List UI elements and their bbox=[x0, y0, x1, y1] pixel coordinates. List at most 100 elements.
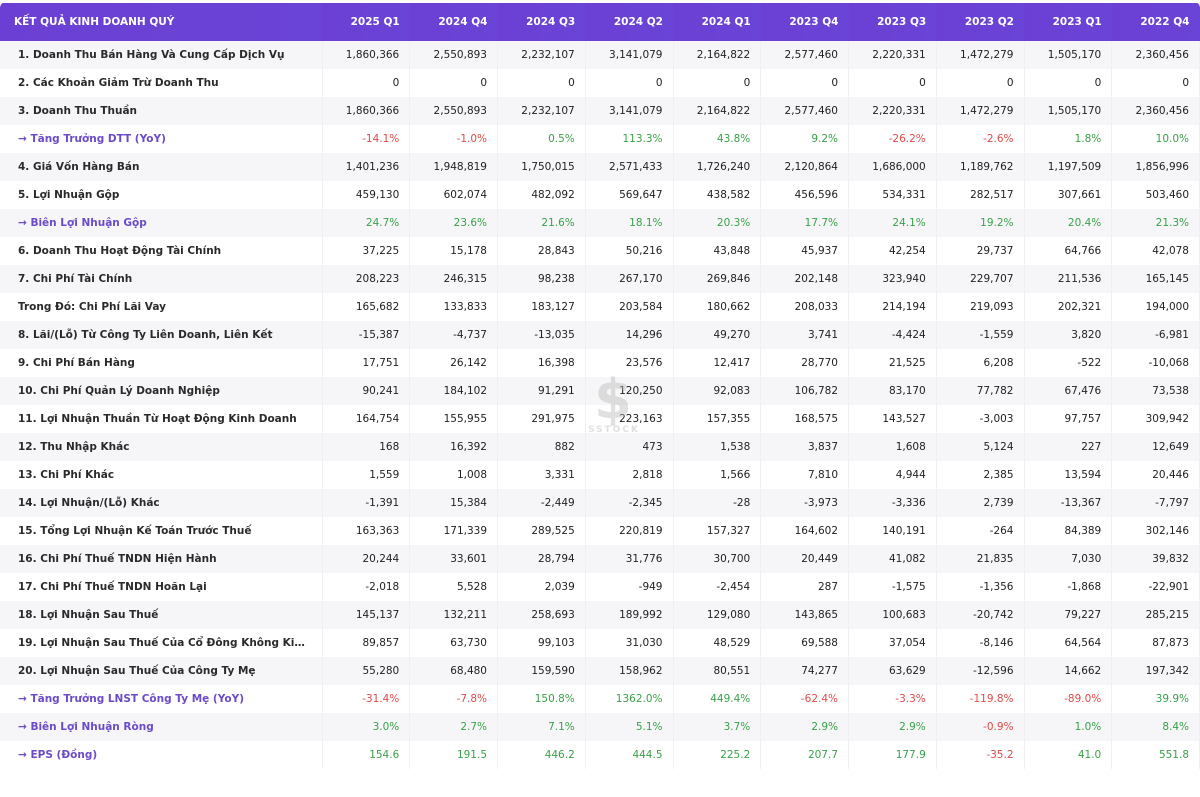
cell-value: 503,460 bbox=[1111, 181, 1200, 209]
cell-value: 197,342 bbox=[1111, 657, 1200, 685]
cell-value: 45,937 bbox=[760, 237, 849, 265]
table-row: 18. Lợi Nhuận Sau Thuế 145,137 132,211 258,… bbox=[0, 601, 1200, 629]
row-label: → EPS (Đồng) bbox=[0, 741, 323, 769]
cell-value: 21.3% bbox=[1111, 209, 1200, 237]
cell-value: 2,232,107 bbox=[497, 97, 586, 125]
cell-value: 41,082 bbox=[848, 545, 937, 573]
cell-value: 23.6% bbox=[409, 209, 498, 237]
row-label: 10. Chi Phí Quản Lý Doanh Nghiệp bbox=[0, 377, 323, 405]
cell-value: 2,164,822 bbox=[673, 97, 762, 125]
column-header-period[interactable]: 2022 Q4 bbox=[1111, 1, 1200, 41]
cell-value: 43.8% bbox=[673, 125, 762, 153]
cell-value: 3.7% bbox=[673, 713, 762, 741]
cell-value: 87,873 bbox=[1111, 629, 1200, 657]
cell-value: -13,035 bbox=[497, 321, 586, 349]
table-title: KẾT QUẢ KINH DOANH QUÝ bbox=[0, 1, 322, 41]
cell-value: 157,355 bbox=[673, 405, 762, 433]
cell-value: 0 bbox=[409, 69, 498, 97]
cell-value: 3,141,079 bbox=[585, 41, 674, 69]
cell-value: 20,244 bbox=[322, 545, 411, 573]
table-row: 10. Chi Phí Quản Lý Doanh Nghiệp 90,241 18… bbox=[0, 377, 1200, 405]
cell-value: 2.7% bbox=[409, 713, 498, 741]
cell-value: 42,254 bbox=[848, 237, 937, 265]
cell-value: -2.6% bbox=[936, 125, 1025, 153]
cell-value: -0.9% bbox=[936, 713, 1025, 741]
cell-value: 20,446 bbox=[1111, 461, 1200, 489]
cell-value: 219,093 bbox=[936, 293, 1025, 321]
cell-value: 285,215 bbox=[1111, 601, 1200, 629]
cell-value: 1,505,170 bbox=[1024, 41, 1113, 69]
cell-value: 37,225 bbox=[322, 237, 411, 265]
cell-value: 0 bbox=[1024, 69, 1113, 97]
cell-value: 208,223 bbox=[322, 265, 411, 293]
table-row: 2. Các Khoản Giảm Trừ Doanh Thu 0 0 0 0 0 0 0 0 0… bbox=[0, 69, 1200, 97]
cell-value: 882 bbox=[497, 433, 586, 461]
cell-value: 0 bbox=[936, 69, 1025, 97]
column-header-period[interactable]: 2023 Q2 bbox=[936, 1, 1024, 41]
column-header-period[interactable]: 2024 Q3 bbox=[497, 1, 586, 41]
cell-value: 482,092 bbox=[497, 181, 586, 209]
cell-value: 13,594 bbox=[1024, 461, 1113, 489]
table-row: 9. Chi Phí Bán Hàng 17,751 26,142 16,398 23,… bbox=[0, 349, 1200, 377]
cell-value: 2,164,822 bbox=[673, 41, 762, 69]
cell-value: 145,137 bbox=[322, 601, 411, 629]
cell-value: 282,517 bbox=[936, 181, 1025, 209]
cell-value: 63,730 bbox=[409, 629, 498, 657]
cell-value: 164,754 bbox=[322, 405, 411, 433]
cell-value: 1,608 bbox=[848, 433, 937, 461]
cell-value: 15,384 bbox=[409, 489, 498, 517]
cell-value: 20.3% bbox=[673, 209, 762, 237]
cell-value: 2,739 bbox=[936, 489, 1025, 517]
cell-value: 189,992 bbox=[585, 601, 674, 629]
cell-value: 68,480 bbox=[409, 657, 498, 685]
cell-value: 42,078 bbox=[1111, 237, 1200, 265]
cell-value: 0 bbox=[585, 69, 674, 97]
column-header-period[interactable]: 2023 Q3 bbox=[848, 1, 937, 41]
column-header-period[interactable]: 2024 Q1 bbox=[673, 1, 761, 41]
row-label: 19. Lợi Nhuận Sau Thuế Của Cổ Đông Không… bbox=[0, 629, 323, 657]
table-row: 19. Lợi Nhuận Sau Thuế Của Cổ Đông Không… bbox=[0, 629, 1200, 657]
row-label: 20. Lợi Nhuận Sau Thuế Của Công Ty Mẹ bbox=[0, 657, 323, 685]
row-label: 14. Lợi Nhuận/(Lỗ) Khác bbox=[0, 489, 323, 517]
cell-value: 214,194 bbox=[848, 293, 937, 321]
column-header-period[interactable]: 2025 Q1 bbox=[322, 1, 410, 41]
row-label: 6. Doanh Thu Hoạt Động Tài Chính bbox=[0, 237, 323, 265]
cell-value: 1,472,279 bbox=[936, 41, 1025, 69]
column-header-period[interactable]: 2023 Q4 bbox=[760, 1, 849, 41]
cell-value: -26.2% bbox=[848, 125, 937, 153]
cell-value: 84,389 bbox=[1024, 517, 1113, 545]
cell-value: 0.5% bbox=[497, 125, 586, 153]
cell-value: 208,033 bbox=[760, 293, 849, 321]
cell-value: 30,700 bbox=[673, 545, 762, 573]
cell-value: 12,649 bbox=[1111, 433, 1200, 461]
cell-value: 129,080 bbox=[673, 601, 762, 629]
row-label: 9. Chi Phí Bán Hàng bbox=[0, 349, 323, 377]
cell-value: 157,327 bbox=[673, 517, 762, 545]
column-header-period[interactable]: 2023 Q1 bbox=[1024, 1, 1112, 41]
cell-value: -2,345 bbox=[585, 489, 674, 517]
cell-value: 143,865 bbox=[760, 601, 849, 629]
cell-value: 26,142 bbox=[409, 349, 498, 377]
cell-value: 98,238 bbox=[497, 265, 586, 293]
cell-value: 24.7% bbox=[322, 209, 411, 237]
cell-value: 183,127 bbox=[497, 293, 586, 321]
column-header-period[interactable]: 2024 Q4 bbox=[409, 1, 498, 41]
cell-value: 14,296 bbox=[585, 321, 674, 349]
cell-value: 63,629 bbox=[848, 657, 937, 685]
cell-value: 20.4% bbox=[1024, 209, 1113, 237]
cell-value: 80,551 bbox=[673, 657, 762, 685]
cell-value: 459,130 bbox=[322, 181, 411, 209]
cell-value: -7,797 bbox=[1111, 489, 1200, 517]
cell-value: 534,331 bbox=[848, 181, 937, 209]
cell-value: 203,584 bbox=[585, 293, 674, 321]
cell-value: 177.9 bbox=[848, 741, 937, 769]
row-label: → Biên Lợi Nhuận Gộp bbox=[0, 209, 323, 237]
cell-value: 29,737 bbox=[936, 237, 1025, 265]
cell-value: 31,030 bbox=[585, 629, 674, 657]
cell-value: 14,662 bbox=[1024, 657, 1113, 685]
cell-value: 269,846 bbox=[673, 265, 762, 293]
cell-value: 150.8% bbox=[497, 685, 586, 713]
cell-value: 163,363 bbox=[322, 517, 411, 545]
cell-value: 64,766 bbox=[1024, 237, 1113, 265]
column-header-period[interactable]: 2024 Q2 bbox=[585, 1, 673, 41]
